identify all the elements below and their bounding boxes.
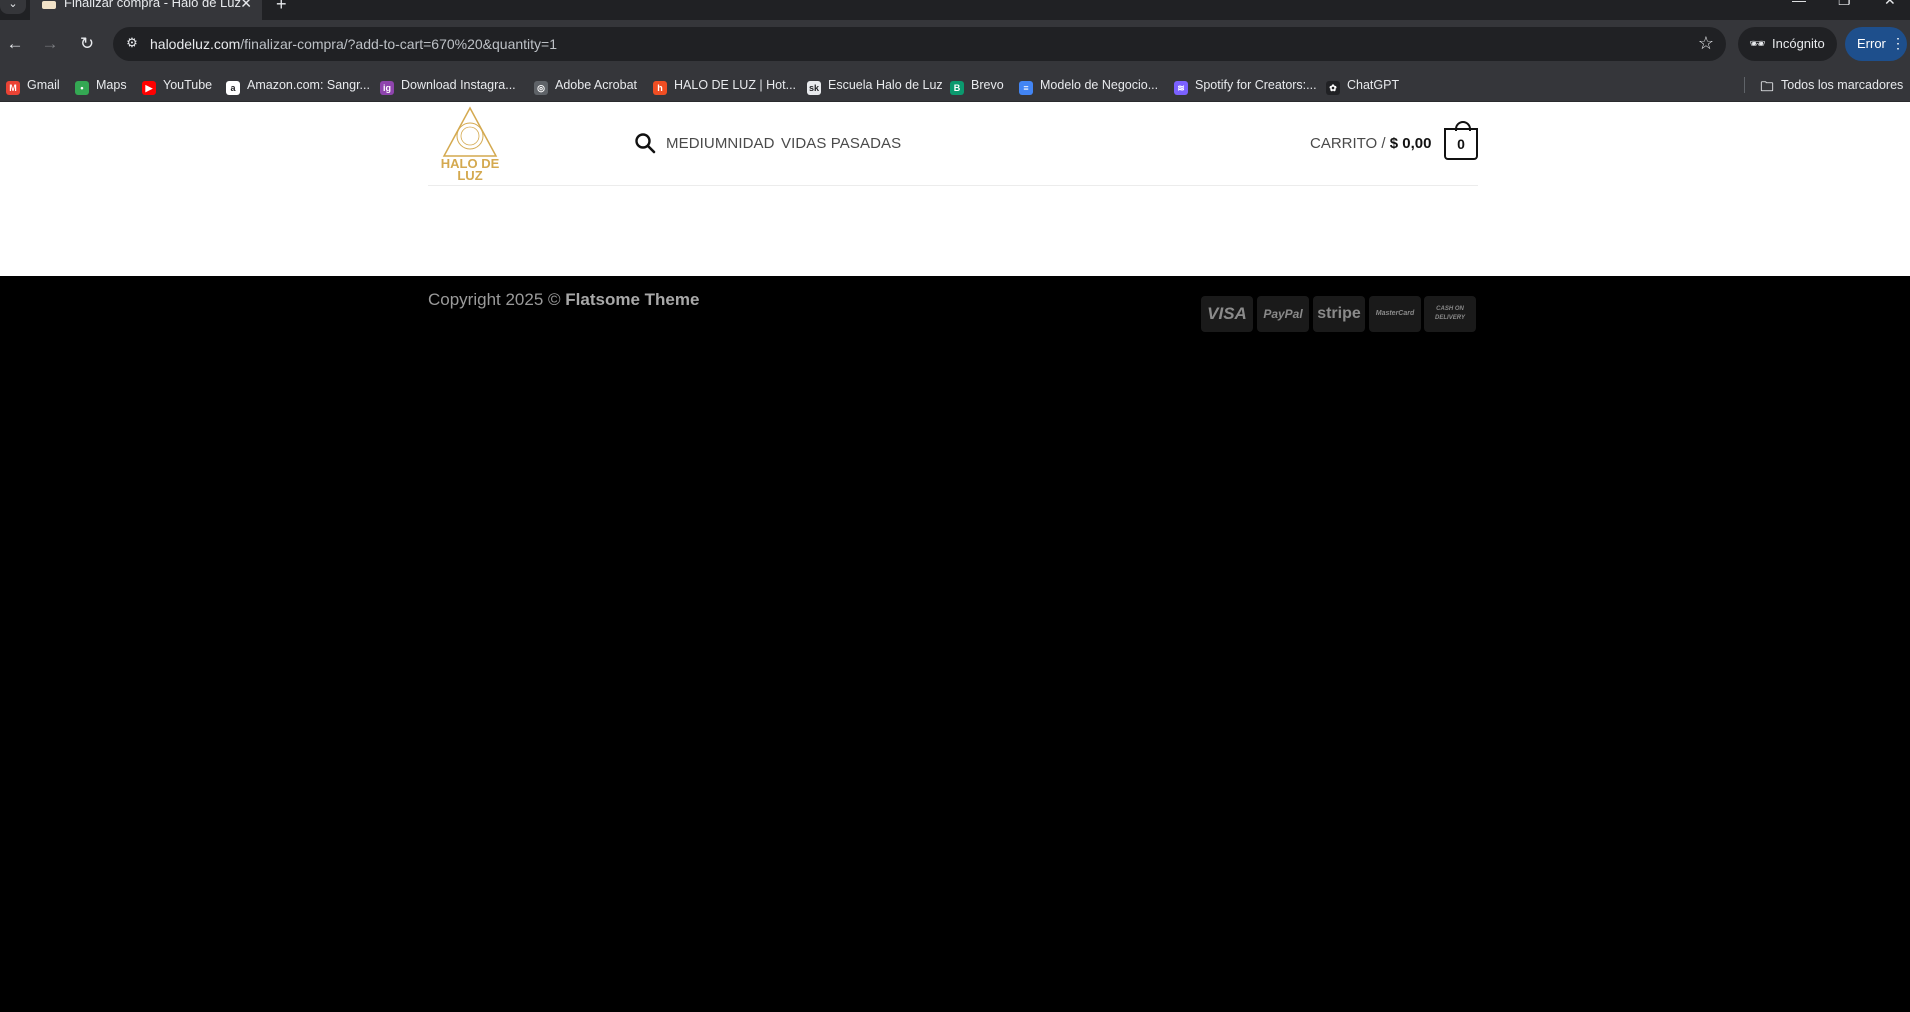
bookmark-label: ChatGPT xyxy=(1347,78,1400,92)
nav-item-vidas-pasadas[interactable]: VIDAS PASADAS xyxy=(781,135,901,152)
bookmark-item[interactable]: ≋ Spotify for Creators:... xyxy=(1174,68,1317,102)
mastercard-icon: MasterCard xyxy=(1369,296,1421,332)
search-icon[interactable] xyxy=(634,132,656,154)
bookmark-item[interactable]: sk Escuela Halo de Luz xyxy=(807,68,943,102)
all-bookmarks-folder[interactable]: 🗀 Todos los marcadores xyxy=(1760,68,1903,102)
new-tab-plus-icon[interactable]: + xyxy=(276,0,287,15)
web-page: HALO DE LUZ MEDIUMNIDAD VIDAS PASADAS CA… xyxy=(0,102,1910,1012)
header-inner: HALO DE LUZ MEDIUMNIDAD VIDAS PASADAS CA… xyxy=(428,102,1478,186)
bookmark-label: HALO DE LUZ | Hot... xyxy=(674,78,797,92)
visa-icon: VISA xyxy=(1201,296,1253,332)
bookmark-item[interactable]: M Gmail xyxy=(6,68,60,102)
minimize-icon[interactable]: — xyxy=(1792,0,1806,8)
logo-triangle-icon xyxy=(442,106,498,157)
browser-toolbar: ← → ↻ ⚙ halodeluz.com/finalizar-compra/?… xyxy=(0,20,1910,68)
address-bar[interactable]: ⚙ halodeluz.com/finalizar-compra/?add-to… xyxy=(113,27,1726,61)
gmail-icon: M xyxy=(6,81,20,95)
menu-kebab-icon[interactable]: ⋮ xyxy=(1891,35,1905,52)
bookmark-item[interactable]: • Maps xyxy=(75,68,127,102)
incognito-icon: 🕶 xyxy=(1749,36,1766,51)
bookmark-item[interactable]: ≡ Modelo de Negocio... xyxy=(1019,68,1158,102)
tab-search-chevron-icon[interactable]: ⌄ xyxy=(0,0,26,14)
bookmark-label: Brevo xyxy=(971,78,1004,92)
active-tab[interactable]: Finalizar compra - Halo de Luz ✕ xyxy=(30,0,262,20)
error-label: Error xyxy=(1857,36,1886,51)
site-footer: Copyright 2025 © Flatsome Theme VISA Pay… xyxy=(0,276,1910,1012)
bookmark-star-icon[interactable]: ☆ xyxy=(1698,33,1714,54)
all-bookmarks-label: Todos los marcadores xyxy=(1781,78,1904,92)
bookmark-label: Spotify for Creators:... xyxy=(1195,78,1317,92)
bookmark-label: Amazon.com: Sangr... xyxy=(247,78,370,92)
amazon-icon: a xyxy=(226,81,240,95)
halo-de-luz-logo[interactable]: HALO DE LUZ xyxy=(438,106,502,184)
incognito-label: Incógnito xyxy=(1772,36,1825,51)
nav-item-mediumnidad[interactable]: MEDIUMNIDAD xyxy=(666,135,775,152)
bookmarks-bar: 🗀 Todos los marcadores M Gmail • Maps ▶ YouTub… xyxy=(0,68,1910,102)
tab-close-icon[interactable]: ✕ xyxy=(240,0,252,12)
site-info-tune-icon[interactable]: ⚙ xyxy=(123,35,141,53)
copyright-prefix: Copyright 2025 © xyxy=(428,290,561,309)
bookmark-item[interactable]: ▶ YouTube xyxy=(142,68,212,102)
incognito-badge[interactable]: 🕶 Incógnito xyxy=(1738,27,1837,61)
tab-title: Finalizar compra - Halo de Luz xyxy=(64,0,242,10)
brevo-icon: B xyxy=(950,81,964,95)
bookmark-label: Download Instagra... xyxy=(401,78,516,92)
youtube-icon: ▶ xyxy=(142,81,156,95)
bookmark-label: Escuela Halo de Luz xyxy=(828,78,943,92)
copyright-text: Copyright 2025 © Flatsome Theme xyxy=(428,290,699,310)
bookmark-item[interactable]: ig Download Instagra... xyxy=(380,68,516,102)
bookmark-item[interactable]: a Amazon.com: Sangr... xyxy=(226,68,370,102)
chatgpt-icon: ✿ xyxy=(1326,81,1340,95)
site-header: HALO DE LUZ MEDIUMNIDAD VIDAS PASADAS CA… xyxy=(0,102,1910,276)
tab-strip: ⌄ Finalizar compra - Halo de Luz ✕ + — ❐… xyxy=(0,0,1910,20)
forward-arrow-icon[interactable]: → xyxy=(39,33,61,55)
cart-amount: $ 0,00 xyxy=(1389,135,1432,152)
paypal-icon: PayPal xyxy=(1257,296,1309,332)
bookmark-label: Maps xyxy=(96,78,127,92)
bookmark-label: Gmail xyxy=(27,78,60,92)
bookmark-label: Modelo de Negocio... xyxy=(1040,78,1159,92)
bookmarks-separator xyxy=(1744,77,1745,93)
bookmark-item[interactable]: h HALO DE LUZ | Hot... xyxy=(653,68,796,102)
cart-link[interactable]: CARRITO / $ 0,00 xyxy=(1310,135,1431,152)
maps-icon: • xyxy=(75,81,89,95)
globe-icon: ◎ xyxy=(534,81,548,95)
spotify-icon: ≋ xyxy=(1174,81,1188,95)
stripe-icon: stripe xyxy=(1313,296,1365,332)
site-favicon-icon xyxy=(42,1,56,9)
skool-icon: sk xyxy=(807,81,821,95)
logo-text: HALO DE LUZ xyxy=(440,156,500,183)
bookmark-item[interactable]: ✿ ChatGPT xyxy=(1326,68,1399,102)
bookmark-item[interactable]: ◎ Adobe Acrobat xyxy=(534,68,637,102)
cash-on-delivery-icon: CASH ON DELIVERY xyxy=(1424,296,1476,332)
cart-count-badge[interactable]: 0 xyxy=(1444,121,1478,160)
bookmark-label: YouTube xyxy=(163,78,213,92)
hotmart-icon: h xyxy=(653,81,667,95)
flatsome-theme-link[interactable]: Flatsome Theme xyxy=(565,290,699,309)
cart-label: CARRITO / xyxy=(1310,135,1386,152)
bookmark-label: Adobe Acrobat xyxy=(555,78,638,92)
window-close-icon[interactable]: ✕ xyxy=(1884,0,1896,9)
url-text[interactable]: halodeluz.com/finalizar-compra/?add-to-c… xyxy=(150,36,557,52)
profile-error-button[interactable]: Error ⋮ xyxy=(1845,27,1907,61)
back-arrow-icon[interactable]: ← xyxy=(4,33,26,55)
bookmark-item[interactable]: B Brevo xyxy=(950,68,1004,102)
reload-icon[interactable]: ↻ xyxy=(76,33,98,55)
instagram-download-icon: ig xyxy=(380,81,394,95)
folder-icon: 🗀 xyxy=(1760,79,1774,94)
restore-icon[interactable]: ❐ xyxy=(1838,0,1851,9)
google-docs-icon: ≡ xyxy=(1019,81,1033,95)
